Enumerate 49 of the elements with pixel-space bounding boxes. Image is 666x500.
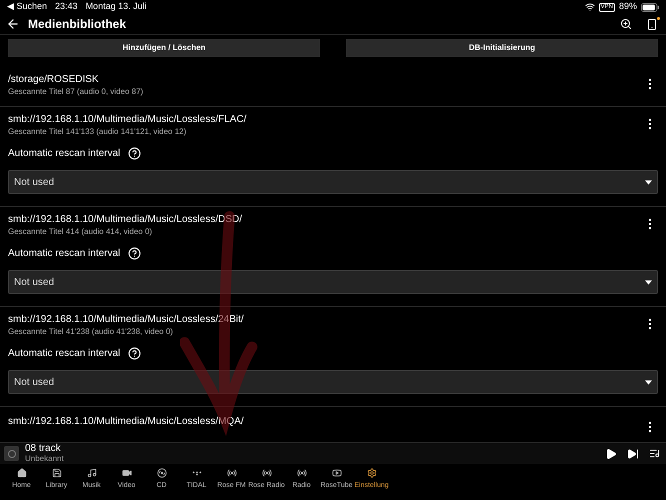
playlist-icon[interactable] — [649, 448, 660, 460]
gear-icon — [366, 468, 376, 478]
date-text: Montag 13. Juli — [86, 0, 147, 14]
library-path: smb://192.168.1.10/Multimedia/Music/Lossless/FLAC/ — [8, 113, 246, 126]
battery-icon — [641, 2, 659, 12]
radio-icon — [262, 468, 272, 478]
battery-percent: 89% — [618, 0, 637, 14]
floppy-icon — [52, 468, 62, 478]
library-path: smb://192.168.1.10/Multimedia/Music/Lossless/24Bit/ — [8, 313, 244, 326]
search-icon[interactable] — [620, 18, 632, 30]
album-art-icon — [4, 446, 19, 462]
next-icon[interactable] — [627, 448, 639, 460]
action-button[interactable]: DB-Initialisierung — [346, 39, 658, 58]
help-icon[interactable] — [128, 247, 142, 260]
library-path: smb://192.168.1.10/Multimedia/Music/Lossless/DSD/ — [8, 213, 242, 226]
caret-icon — [645, 280, 652, 285]
phone-icon[interactable] — [646, 18, 658, 31]
rescan-dropdown[interactable]: Not used — [8, 270, 658, 294]
track-artist: Unbekannt — [25, 454, 64, 464]
disc-icon — [156, 468, 166, 478]
scan-summary: Gescannte Titel 414 (audio 414, video 0) — [8, 226, 154, 238]
scan-summary: Gescannte Titel 87 (audio 0, video 87) — [8, 86, 144, 98]
rescan-dropdown[interactable]: Not used — [8, 170, 658, 194]
track-title: 08 track — [25, 443, 62, 454]
radio-icon — [296, 468, 306, 478]
scan-summary: Gescannte Titel 141'133 (audio 141'121, video 12) — [8, 126, 188, 138]
rescan-label: Automatic rescan interval — [8, 347, 120, 362]
back-arrow-icon[interactable] — [6, 17, 20, 32]
rescan-label: Automatic rescan interval — [8, 147, 120, 162]
scan-summary: Gescannte Titel 41'238 (audio 41'238, video 0) — [8, 326, 174, 338]
back-to-app-link[interactable]: ◀ Suchen — [7, 0, 48, 14]
rescan-dropdown[interactable]: Not used — [8, 370, 658, 394]
caret-icon — [645, 380, 652, 385]
rescan-label: Automatic rescan interval — [8, 247, 120, 262]
library-path: /storage/ROSEDISK — [8, 73, 100, 86]
help-icon[interactable] — [128, 147, 142, 160]
play-icon[interactable] — [605, 448, 617, 460]
play-screen-icon — [332, 468, 342, 478]
clock-time: 23:43 — [55, 0, 78, 14]
action-button[interactable]: Hinzufügen / Löschen — [8, 39, 320, 58]
music-note-icon — [86, 468, 96, 478]
help-icon[interactable] — [128, 347, 142, 360]
home-icon — [16, 468, 26, 478]
library-path: smb://192.168.1.10/Multimedia/Music/Lossless/MQA/ — [8, 415, 244, 428]
caret-icon — [645, 180, 652, 185]
radio-icon — [226, 468, 236, 478]
page-title: Medienbibliothek — [28, 16, 126, 34]
camera-icon — [122, 468, 132, 478]
now-playing-bar[interactable]: 08 track Unbekannt — [0, 443, 666, 464]
